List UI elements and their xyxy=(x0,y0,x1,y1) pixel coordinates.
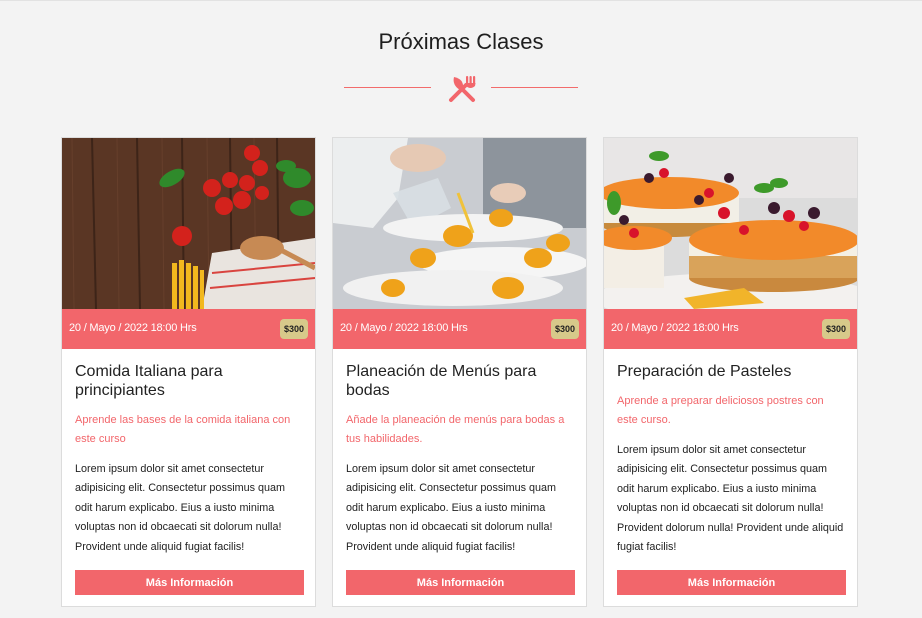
more-info-button[interactable]: Más Información xyxy=(75,570,304,595)
italian-ingredients-photo xyxy=(62,138,315,309)
class-date: 20 / Mayo / 2022 18:00 Hrs xyxy=(611,322,739,334)
class-info-bar: 20 / Mayo / 2022 18:00 Hrs $300 xyxy=(333,309,586,349)
section-title: Próximas Clases xyxy=(378,29,544,54)
chef-plating-photo xyxy=(333,138,586,309)
class-subtitle: Aprende a preparar deliciosos postres co… xyxy=(617,395,824,426)
divider-line-right xyxy=(491,87,578,88)
price-badge: $300 xyxy=(279,319,308,339)
more-info-button[interactable]: Más Información xyxy=(617,570,846,595)
price-badge: $300 xyxy=(550,319,579,339)
price-badge: $300 xyxy=(821,319,850,339)
class-description: Lorem ipsum dolor sit amet consectetur a… xyxy=(617,444,844,554)
class-info-bar: 20 / Mayo / 2022 18:00 Hrs $300 xyxy=(604,309,857,349)
class-description: Lorem ipsum dolor sit amet consectetur a… xyxy=(346,463,557,553)
class-title: Comida Italiana para principiantes xyxy=(75,363,223,399)
cheesecake-photo xyxy=(604,138,857,309)
utensils-icon xyxy=(449,76,476,102)
class-card: 20 / Mayo / 2022 18:00 Hrs $300 Comida I… xyxy=(61,137,316,607)
more-info-button[interactable]: Más Información xyxy=(346,570,575,595)
class-subtitle: Aprende las bases de la comida italiana … xyxy=(75,414,291,445)
class-card: 20 / Mayo / 2022 18:00 Hrs $300 Planeaci… xyxy=(332,137,587,607)
class-date: 20 / Mayo / 2022 18:00 Hrs xyxy=(69,322,197,334)
top-border xyxy=(0,0,922,1)
divider-line-left xyxy=(344,87,431,88)
page: Próximas Clases 20 / Mayo / 2022 18:00 H… xyxy=(0,0,922,618)
class-title: Preparación de Pasteles xyxy=(617,363,792,380)
class-title: Planeación de Menús para bodas xyxy=(346,363,537,399)
class-subtitle: Añade la planeación de menús para bodas … xyxy=(346,414,565,445)
class-date: 20 / Mayo / 2022 18:00 Hrs xyxy=(340,322,468,334)
class-info-bar: 20 / Mayo / 2022 18:00 Hrs $300 xyxy=(62,309,315,349)
section-divider xyxy=(0,72,922,106)
class-description: Lorem ipsum dolor sit amet consectetur a… xyxy=(75,463,286,553)
class-card: 20 / Mayo / 2022 18:00 Hrs $300 Preparac… xyxy=(603,137,858,607)
